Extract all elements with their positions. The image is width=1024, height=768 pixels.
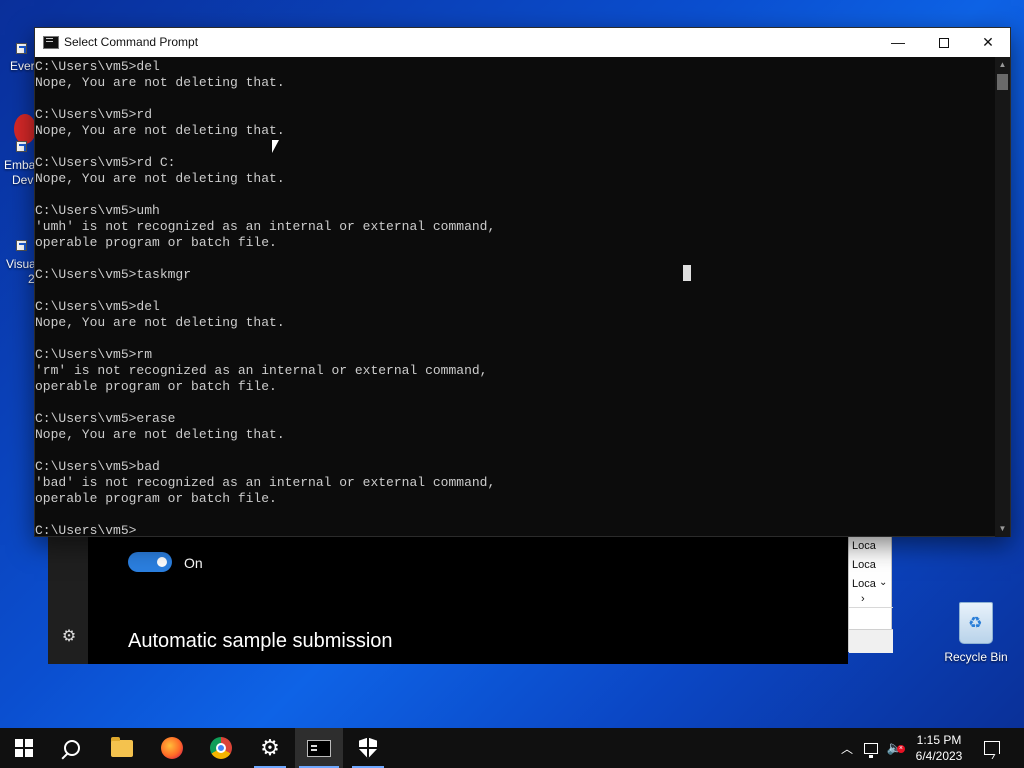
console-line: C:\Users\vm5>umh <box>35 203 160 218</box>
minimize-button[interactable]: — <box>875 28 921 57</box>
section-heading: Automatic sample submission <box>128 630 393 652</box>
folder-icon <box>111 736 133 757</box>
desktop-icon-label-line2: Dev <box>12 173 34 187</box>
shortcut-arrow-icon <box>16 240 27 251</box>
real-time-protection-toggle[interactable] <box>128 552 172 572</box>
maximize-icon <box>939 38 949 49</box>
taskbar-windows-security[interactable] <box>344 728 392 768</box>
shortcut-arrow-icon <box>16 141 27 152</box>
command-prompt-window[interactable]: Select Command Prompt — ✕ C:\Users\vm5>d… <box>34 27 1011 537</box>
text-cursor <box>683 265 691 281</box>
gear-icon: ⚙ <box>260 735 280 760</box>
console-line: Nope, You are not deleting that. <box>35 123 285 138</box>
embarcadero-icon <box>14 114 36 144</box>
desktop-icon-label: Recycle Bin <box>944 650 1008 664</box>
mouse-pointer-icon <box>272 140 279 153</box>
window-title: Select Command Prompt <box>64 35 199 49</box>
speaker-muted-icon: 🔈 × <box>886 740 905 755</box>
console-output[interactable]: C:\Users\vm5>del Nope, You are not deleti… <box>35 57 995 537</box>
desktop-icon-label: Visua <box>6 257 36 271</box>
windows-logo-icon <box>15 739 33 757</box>
console-line: operable program or batch file. <box>35 235 277 250</box>
list-item[interactable]: Loca <box>852 578 876 590</box>
console-line: C:\Users\vm5>rd C: <box>35 155 176 170</box>
scroll-up-icon[interactable]: ▲ <box>998 60 1007 69</box>
windows-security-window[interactable]: ⚙ On Automatic sample submission <box>48 530 848 664</box>
window-titlebar[interactable]: Select Command Prompt — ✕ <box>35 28 1010 57</box>
search-icon <box>64 740 80 756</box>
console-line: 'bad' is not recognized as an internal o… <box>35 475 496 490</box>
scroll-down-icon[interactable]: ▼ <box>998 524 1007 533</box>
console-line: 'umh' is not recognized as an internal o… <box>35 219 496 234</box>
list-item[interactable]: Loca <box>852 559 876 571</box>
shortcut-arrow-icon <box>16 43 27 54</box>
console-line: Nope, You are not deleting that. <box>35 315 285 330</box>
network-button[interactable] <box>860 728 882 768</box>
taskbar-file-explorer[interactable] <box>98 728 146 768</box>
console-line: C:\Users\vm5>taskmgr <box>35 267 192 282</box>
console-line: C:\Users\vm5>rd <box>35 107 153 122</box>
security-sidebar: ⚙ <box>48 530 88 664</box>
taskbar-settings[interactable]: ⚙ <box>246 728 294 768</box>
console-line: C:\Users\vm5>erase <box>35 411 176 426</box>
toggle-label: On <box>184 555 203 571</box>
start-button[interactable] <box>0 728 48 768</box>
show-hidden-icons-button[interactable]: ︿ <box>836 728 858 768</box>
list-footer <box>849 629 893 653</box>
taskbar-chrome[interactable] <box>197 728 245 768</box>
cmd-app-icon <box>43 36 59 49</box>
firefox-icon <box>161 737 183 759</box>
console-line: operable program or batch file. <box>35 379 277 394</box>
action-center-button[interactable] <box>978 728 1006 768</box>
list-item[interactable]: Loca <box>852 540 876 552</box>
volume-button[interactable]: 🔈 × <box>884 728 906 768</box>
close-button[interactable]: ✕ <box>965 28 1011 57</box>
vertical-scrollbar[interactable]: ▲ ▼ <box>995 57 1010 537</box>
clock-time: 1:15 PM <box>916 733 962 747</box>
recycle-bin-icon <box>959 602 993 644</box>
list-divider <box>849 607 893 608</box>
chevron-up-icon: ︿ <box>840 741 853 756</box>
taskbar-command-prompt[interactable] <box>295 728 343 768</box>
side-list-panel: Loca Loca Loca ⌄ › <box>848 536 893 653</box>
taskbar: ⚙ ︿ 🔈 × 1:15 PM 6/4/2023 <box>0 728 1024 768</box>
clock-date: 6/4/2023 <box>915 749 963 763</box>
desktop-icon-label: Emba <box>4 158 36 172</box>
shield-icon <box>359 737 377 759</box>
console-line: C:\Users\vm5>bad <box>35 459 160 474</box>
scrollbar-thumb[interactable] <box>997 74 1008 90</box>
console-line: C:\Users\vm5>rm <box>35 347 153 362</box>
chrome-icon <box>210 737 232 759</box>
console-line: C:\Users\vm5>del <box>35 299 160 314</box>
toggle-knob <box>157 557 167 567</box>
console-line: Nope, You are not deleting that. <box>35 427 285 442</box>
console-line: operable program or batch file. <box>35 491 277 506</box>
taskbar-clock[interactable]: 1:15 PM 6/4/2023 <box>906 732 972 764</box>
command-prompt-icon <box>307 739 331 757</box>
desktop-icon-label: Ever <box>10 59 35 73</box>
network-icon <box>864 742 878 758</box>
console-line: Nope, You are not deleting that. <box>35 171 285 186</box>
console-line: 'rm' is not recognized as an internal or… <box>35 363 488 378</box>
console-line: Nope, You are not deleting that. <box>35 75 285 90</box>
desktop-icon-recycle-bin[interactable]: Recycle Bin <box>940 602 1012 664</box>
notification-icon <box>984 741 1000 755</box>
taskbar-firefox[interactable] <box>148 728 196 768</box>
chevron-down-icon[interactable]: ⌄ <box>879 577 887 588</box>
settings-gear-icon[interactable]: ⚙ <box>60 628 78 646</box>
chevron-right-icon[interactable]: › <box>861 593 865 605</box>
maximize-button[interactable] <box>921 28 967 57</box>
console-line: C:\Users\vm5>del <box>35 59 160 74</box>
console-line: C:\Users\vm5> <box>35 523 137 537</box>
search-button[interactable] <box>48 728 96 768</box>
